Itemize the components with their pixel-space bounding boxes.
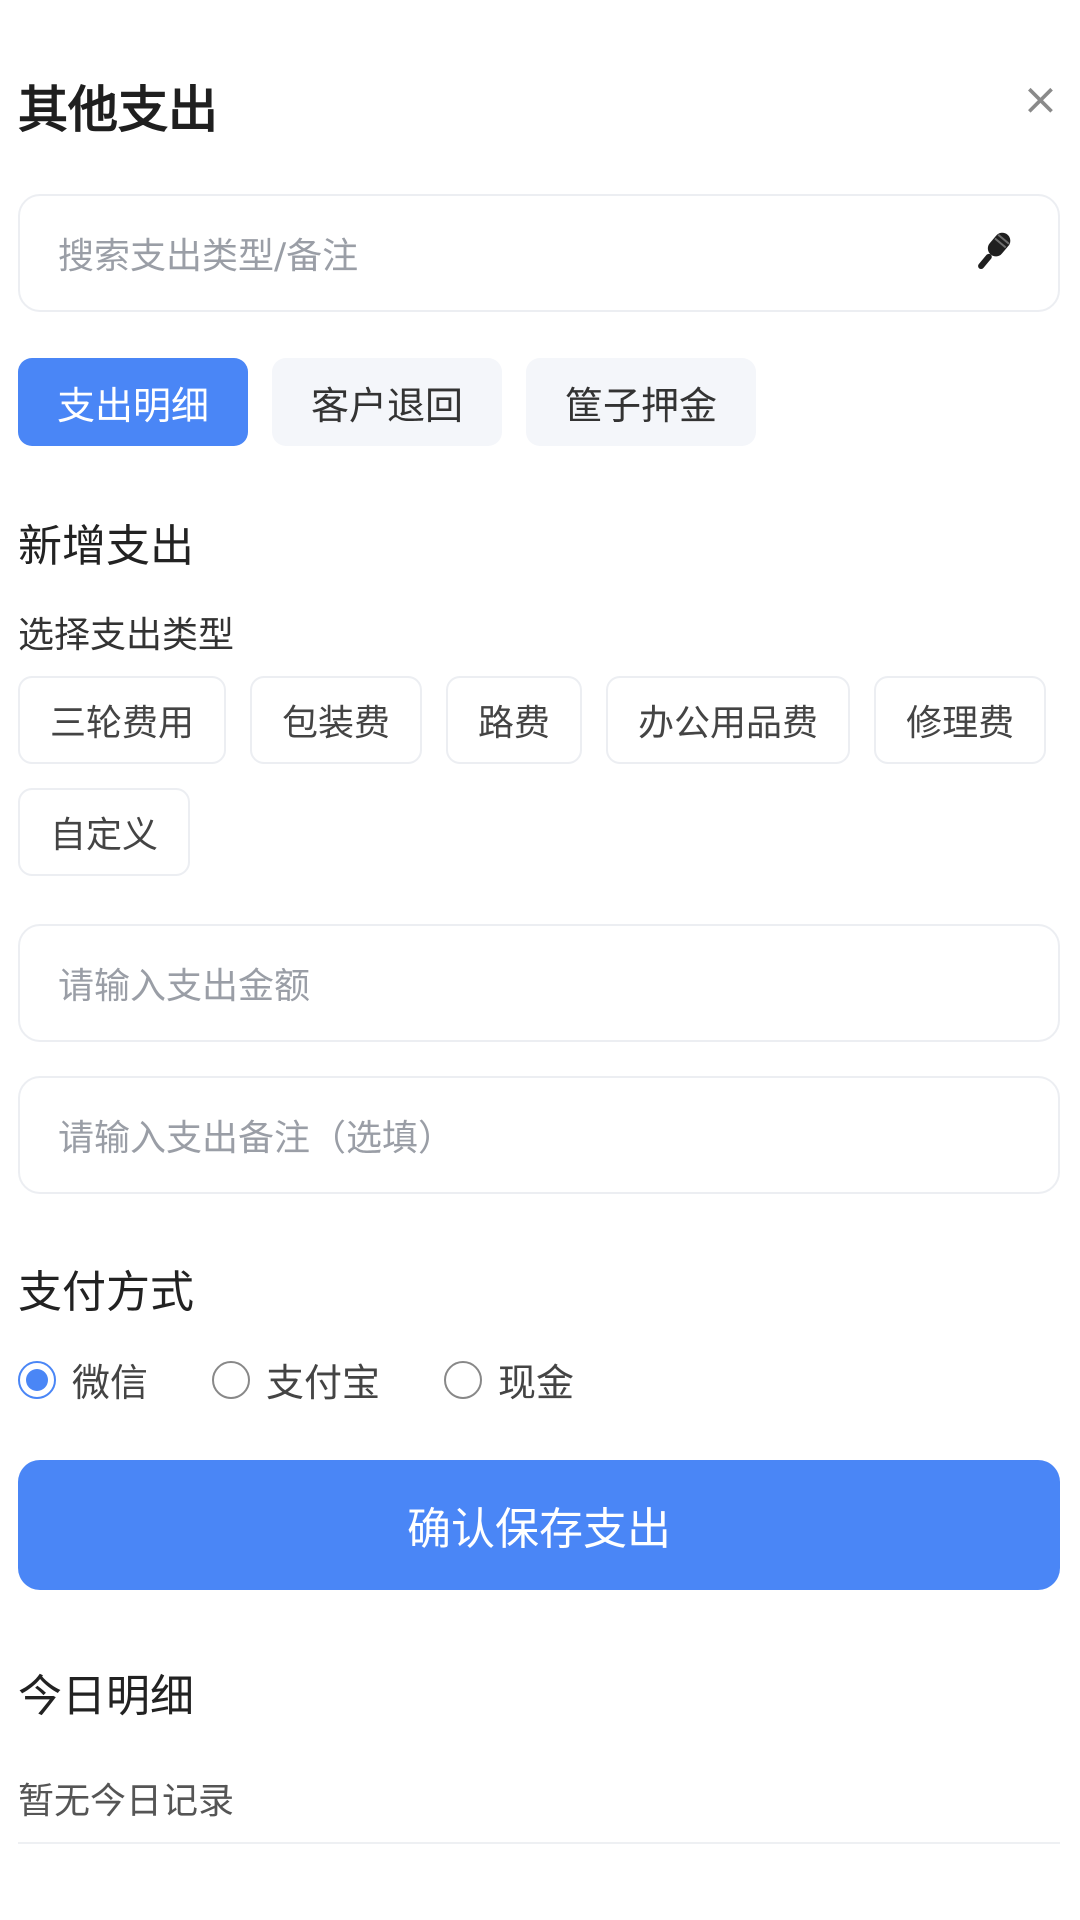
expense-type-label: 选择支出类型 [18, 615, 235, 656]
other-expense-page: 其他支出 × 搜索支出类型/备注 支出明细 客户退回 筐子押金 新增支出 选择支… [0, 0, 1080, 1920]
payment-options: 微信 支付宝 现金 [18, 1352, 638, 1407]
payment-option-alipay[interactable]: 支付宝 [212, 1352, 380, 1407]
note-input[interactable]: 请输入支出备注（选填） [18, 1076, 1060, 1194]
radio-unchecked[interactable] [444, 1360, 483, 1399]
microphone-icon[interactable] [964, 225, 1020, 281]
search-placeholder: 搜索支出类型/备注 [58, 236, 359, 277]
expense-type-office[interactable]: 办公用品费 [606, 676, 851, 764]
expense-type-list: 三轮费用 包装费 路费 办公用品费 修理费 自定义 [18, 676, 1060, 876]
tab-basket-deposit[interactable]: 筐子押金 [526, 358, 756, 446]
today-detail-title: 今日明细 [18, 1671, 194, 1722]
payment-option-label: 微信 [72, 1361, 149, 1405]
divider [18, 1842, 1060, 1844]
empty-state-text: 暂无今日记录 [18, 1781, 235, 1822]
payment-option-cash[interactable]: 现金 [444, 1352, 574, 1407]
expense-type-packaging[interactable]: 包装费 [250, 676, 423, 764]
expense-type-custom[interactable]: 自定义 [18, 788, 191, 876]
radio-unchecked[interactable] [212, 1360, 251, 1399]
tab-expense-detail[interactable]: 支出明细 [18, 358, 248, 446]
expense-type-tricycle[interactable]: 三轮费用 [18, 676, 227, 764]
radio-checked[interactable] [18, 1360, 56, 1399]
payment-option-wechat[interactable]: 微信 [18, 1352, 148, 1407]
page-title: 其他支出 [18, 81, 218, 139]
new-expense-title: 新增支出 [18, 521, 194, 572]
tab-bar: 支出明细 客户退回 筐子押金 [18, 358, 756, 446]
expense-type-repair[interactable]: 修理费 [874, 676, 1047, 764]
confirm-save-button[interactable]: 确认保存支出 [18, 1460, 1060, 1590]
search-input[interactable]: 搜索支出类型/备注 [18, 194, 1060, 312]
payment-method-title: 支付方式 [18, 1267, 194, 1318]
payment-option-label: 支付宝 [266, 1361, 381, 1405]
close-icon[interactable]: × [1022, 78, 1059, 122]
tab-customer-return[interactable]: 客户退回 [272, 358, 502, 446]
payment-option-label: 现金 [498, 1361, 575, 1405]
amount-input[interactable]: 请输入支出金额 [18, 924, 1060, 1042]
expense-type-travel[interactable]: 路费 [446, 676, 583, 764]
